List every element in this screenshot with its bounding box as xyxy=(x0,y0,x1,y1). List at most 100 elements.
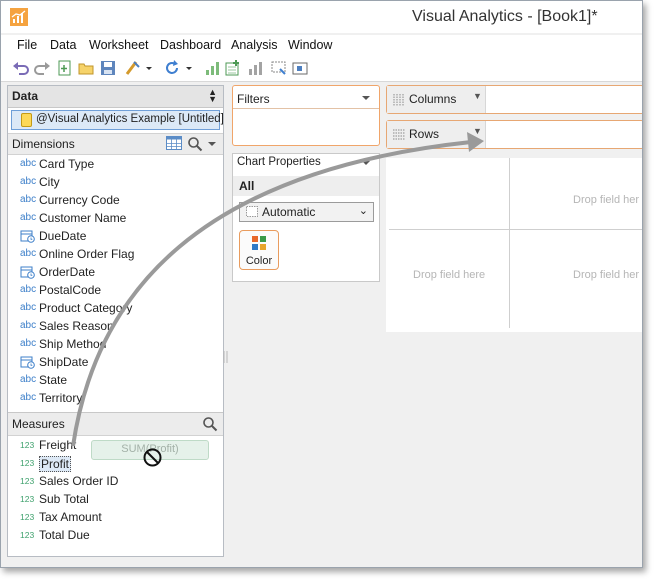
dimension-field-name: Sales Reason xyxy=(39,319,114,333)
chart-icon[interactable] xyxy=(246,59,264,77)
measure-field[interactable]: 123 Tax Amount xyxy=(8,508,221,526)
dimension-field-name: Customer Name xyxy=(39,211,127,225)
dimension-field[interactable]: abc City xyxy=(8,173,221,191)
filters-card[interactable]: Filters xyxy=(232,85,380,146)
measure-field-name: Freight xyxy=(39,438,77,452)
mark-type-value: Automatic xyxy=(262,205,316,219)
drop-zone-bottom-left[interactable]: Drop field here xyxy=(413,269,485,281)
data-source-label: @Visual Analytics Example [Untitled] xyxy=(36,113,224,125)
color-swatch-icon xyxy=(252,244,258,250)
drop-zone-bottom-right[interactable]: Drop field her xyxy=(573,269,639,281)
no-drop-cursor-icon xyxy=(143,448,162,467)
panel-splitter[interactable] xyxy=(222,85,230,555)
mark-type-select[interactable]: Automatic ⌄ xyxy=(239,202,374,222)
canvas-divider-horizontal xyxy=(389,229,642,230)
dimensions-label: Dimensions xyxy=(12,137,75,151)
dimension-field-name: ShipDate xyxy=(39,355,89,369)
number-type-icon: 123 xyxy=(20,494,35,504)
number-type-icon: 123 xyxy=(20,440,35,450)
drop-zone-top-right[interactable]: Drop field her xyxy=(573,194,639,206)
menu-analysis[interactable]: Analysis xyxy=(231,38,278,52)
calendar-icon xyxy=(20,230,35,243)
chevron-down-icon[interactable] xyxy=(207,139,217,149)
search-icon[interactable] xyxy=(202,416,218,432)
rows-label: Rows xyxy=(409,127,440,141)
dimension-field-name: Product Category xyxy=(39,301,133,315)
dimension-field[interactable]: abc Card Type xyxy=(8,155,221,173)
chevron-down-icon[interactable]: ▼ xyxy=(473,91,482,101)
string-type-icon: abc xyxy=(20,176,37,187)
dimension-field-name: City xyxy=(39,175,60,189)
new-worksheet-icon[interactable] xyxy=(56,59,74,77)
data-source-item[interactable]: @Visual Analytics Example [Untitled] xyxy=(11,110,224,130)
measure-field[interactable]: 123 Total Due xyxy=(8,526,221,544)
menu-dashboard[interactable]: Dashboard xyxy=(160,38,221,52)
table-view-icon[interactable] xyxy=(166,136,182,151)
worksheet-canvas[interactable]: Drop field her Drop field here Drop fiel… xyxy=(386,158,642,332)
dimension-field[interactable]: abc Sales Reason xyxy=(8,317,221,335)
dimension-field-name: State xyxy=(39,373,68,387)
dimension-field[interactable]: abc Online Order Flag xyxy=(8,245,221,263)
data-panel-title: Data xyxy=(12,89,39,103)
measure-field[interactable]: 123 Sales Order ID xyxy=(8,472,221,490)
add-data-icon[interactable] xyxy=(224,59,242,77)
measure-field-name: Sub Total xyxy=(39,492,89,506)
dimension-field[interactable]: abc State xyxy=(8,371,221,389)
measures-header: Measures xyxy=(8,412,223,436)
number-type-icon: 123 xyxy=(20,458,35,468)
columns-label: Columns xyxy=(409,92,457,106)
dimension-field[interactable]: OrderDate xyxy=(8,263,221,281)
color-label: Color xyxy=(245,255,273,267)
dimension-field-name: DueDate xyxy=(39,229,87,243)
search-icon[interactable] xyxy=(187,136,203,152)
measure-field-name: Tax Amount xyxy=(39,510,102,524)
save-icon[interactable] xyxy=(99,59,117,77)
dimension-field[interactable]: abc PostalCode xyxy=(8,281,221,299)
dimension-field-name: Ship Method xyxy=(39,337,107,351)
calendar-icon xyxy=(20,356,35,369)
color-button[interactable]: Color xyxy=(239,230,279,270)
dropdown-icon[interactable] xyxy=(184,59,194,77)
sort-ascending-icon[interactable] xyxy=(203,59,221,77)
collapse-toggle-icon[interactable]: ▲ ▼ xyxy=(208,88,217,104)
dimension-field[interactable]: abc Customer Name xyxy=(8,209,221,227)
filters-title: Filters xyxy=(237,92,270,106)
measure-field[interactable]: 123 Sub Total xyxy=(8,490,221,508)
fit-icon[interactable] xyxy=(291,59,309,77)
filter-icon[interactable] xyxy=(270,59,288,77)
dimension-field-name: Currency Code xyxy=(39,193,120,207)
dimension-field[interactable]: abc Territory xyxy=(8,389,221,407)
menu-window[interactable]: Window xyxy=(288,38,332,52)
data-panel: Data ▲ ▼ @Visual Analytics Example [Untit… xyxy=(7,85,224,557)
string-type-icon: abc xyxy=(20,302,37,313)
dropdown-icon[interactable] xyxy=(144,59,154,77)
dimension-field-name: Card Type xyxy=(39,157,95,171)
chevron-down-icon[interactable] xyxy=(361,94,371,102)
dimension-field[interactable]: DueDate xyxy=(8,227,221,245)
rows-icon xyxy=(393,129,405,140)
measure-field-name: Profit xyxy=(39,456,72,472)
open-icon[interactable] xyxy=(77,59,95,77)
menu-worksheet[interactable]: Worksheet xyxy=(89,38,149,52)
menu-data[interactable]: Data xyxy=(50,38,76,52)
dimension-field[interactable]: ShipDate xyxy=(8,353,221,371)
window-title: Visual Analytics - [Book1]* xyxy=(412,8,598,25)
menu-file[interactable]: File xyxy=(17,38,37,52)
dimension-field[interactable]: abc Product Category xyxy=(8,299,221,317)
clear-icon[interactable] xyxy=(124,59,142,77)
dimension-field[interactable]: abc Currency Code xyxy=(8,191,221,209)
dimension-field[interactable]: abc Ship Method xyxy=(8,335,221,353)
all-marks-tab[interactable]: All xyxy=(233,176,379,196)
refresh-icon[interactable] xyxy=(163,59,181,77)
string-type-icon: abc xyxy=(20,212,37,223)
chevron-down-icon[interactable]: ▼ xyxy=(473,126,482,136)
undo-icon[interactable] xyxy=(12,59,30,77)
columns-shelf[interactable]: Columns ▼ xyxy=(386,85,642,114)
dimension-field-name: Online Order Flag xyxy=(39,247,135,261)
database-icon xyxy=(21,113,32,127)
canvas-divider-vertical xyxy=(509,158,510,328)
chevron-down-icon[interactable] xyxy=(361,159,371,167)
redo-icon[interactable] xyxy=(33,59,51,77)
rows-shelf[interactable]: Rows ▼ xyxy=(386,120,642,149)
string-type-icon: abc xyxy=(20,338,37,349)
